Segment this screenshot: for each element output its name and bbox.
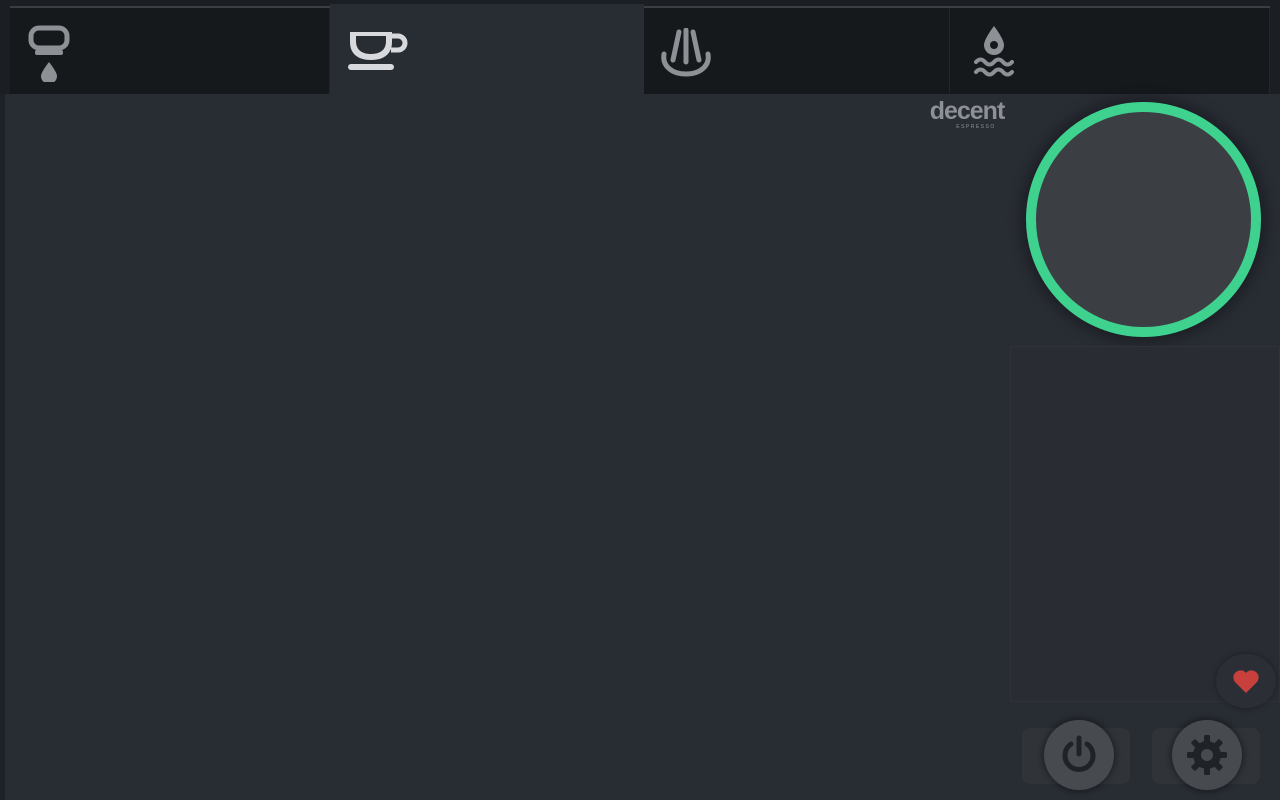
side-panel (1010, 346, 1280, 702)
steam-wand-icon (658, 28, 714, 78)
power-button[interactable] (1022, 720, 1130, 790)
power-icon (1062, 735, 1096, 772)
tab-water[interactable] (950, 8, 1270, 94)
power-knob (1044, 720, 1114, 790)
favorite-button[interactable] (1216, 654, 1276, 708)
tab-steam[interactable] (644, 8, 950, 94)
app-root: decent ESPRESSO (0, 0, 1280, 800)
settings-button[interactable] (1152, 720, 1260, 790)
settings-knob (1172, 720, 1242, 790)
logo-word: decent (929, 97, 1006, 125)
tab-flush[interactable] (10, 8, 330, 94)
heart-icon (1233, 670, 1259, 693)
decent-logo: decent ESPRESSO (928, 98, 1006, 130)
gear-icon (1187, 735, 1227, 775)
water-drop-waves-icon (972, 24, 1016, 80)
start-button[interactable] (1026, 102, 1261, 337)
tab-espresso[interactable] (330, 4, 644, 96)
espresso-cup-icon (348, 28, 408, 72)
group-head-drip-icon (26, 22, 72, 82)
tab-bar (10, 4, 1270, 96)
